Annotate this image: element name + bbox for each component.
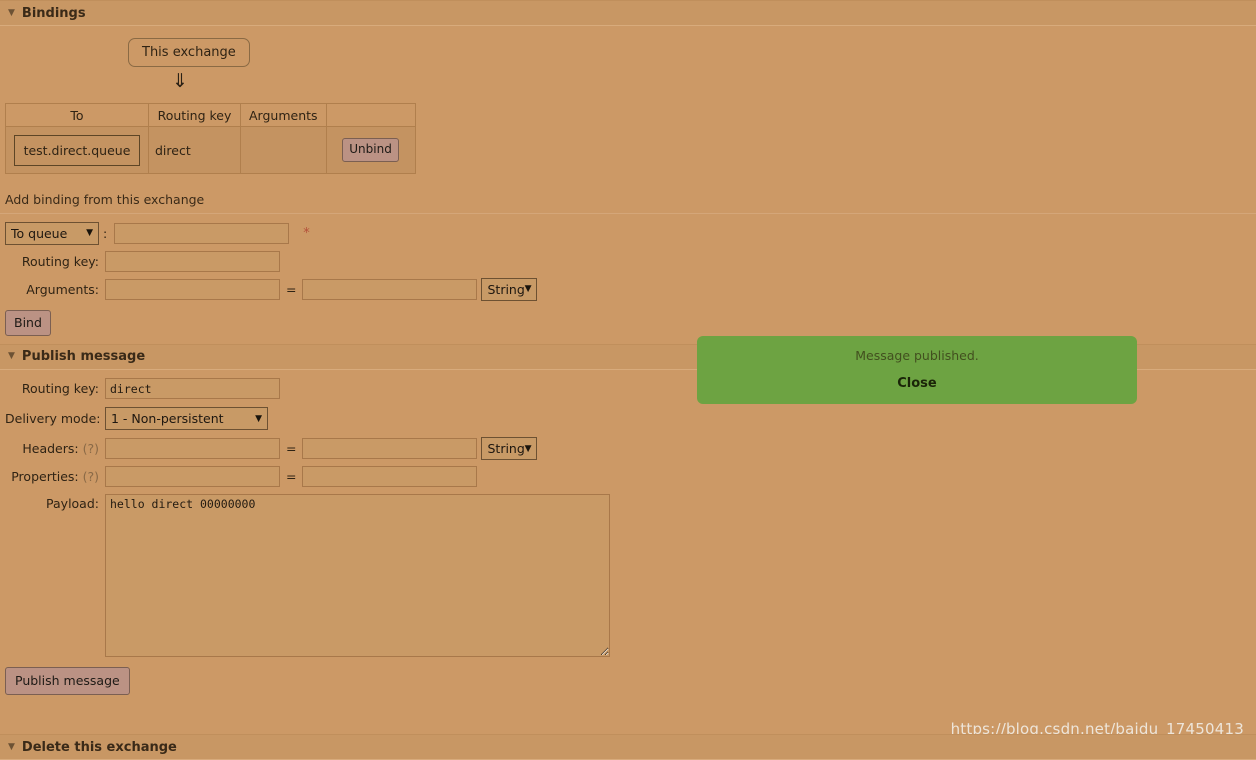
publish-result-toast: Message published. Close [697, 336, 1137, 404]
column-header-to: To [5, 103, 149, 127]
publish-payload-row: Payload: hello direct 00000000 [5, 493, 1256, 657]
bind-button-row: Bind [5, 310, 1256, 336]
publish-message-form: Routing key: Delivery mode: 1 - Non-pers… [0, 370, 1256, 695]
delete-exchange-section-title: Delete this exchange [21, 739, 177, 755]
bindings-section-title: Bindings [21, 5, 86, 21]
add-binding-argument-key-input[interactable] [105, 278, 280, 300]
down-arrow-icon: ⇓ [172, 70, 188, 92]
publish-payload-label: Payload: [46, 495, 99, 511]
column-header-routing-key: Routing key [148, 103, 241, 127]
binding-arguments-cell [240, 126, 327, 174]
publish-properties-equals-sign: = [286, 469, 297, 485]
publish-delivery-mode-row: Delivery mode: 1 - Non-persistent ▼ [5, 406, 1256, 432]
add-binding-routing-key-input[interactable] [105, 250, 280, 272]
add-binding-routing-key-row: Routing key: [5, 250, 1256, 272]
triangle-down-icon: ▼ [8, 7, 15, 18]
publish-message-button[interactable]: Publish message [5, 666, 130, 695]
publish-header-value-input[interactable] [302, 438, 478, 460]
add-binding-argument-type-select-wrap[interactable]: String ▼ [481, 277, 538, 301]
triangle-down-icon: ▼ [8, 351, 15, 362]
add-binding-equals-sign: = [286, 281, 297, 297]
publish-property-value-input[interactable] [302, 466, 478, 488]
destination-type-select[interactable]: To queue [5, 221, 99, 245]
publish-delivery-mode-label: Delivery mode: [5, 411, 101, 427]
publish-routing-key-label: Routing key: [21, 381, 99, 397]
publish-header-type-select[interactable]: String [481, 437, 538, 461]
delivery-mode-select-wrap[interactable]: 1 - Non-persistent ▼ [105, 407, 268, 431]
column-header-arguments: Arguments [240, 103, 327, 127]
publish-routing-key-input[interactable] [105, 378, 280, 400]
binding-action-cell: Unbind [325, 126, 416, 174]
this-exchange-node[interactable]: This exchange [128, 38, 250, 67]
bindings-table-header-row: To Routing key Arguments [5, 103, 416, 127]
delivery-mode-select[interactable]: 1 - Non-persistent [105, 407, 268, 431]
publish-payload-textarea[interactable]: hello direct 00000000 [105, 493, 610, 657]
add-binding-form: To queue ▼ : * Routing key: Arguments: =… [0, 214, 1256, 336]
publish-headers-label: Headers: (?) [5, 441, 105, 456]
add-binding-argument-value-input[interactable] [302, 278, 478, 300]
bindings-table: To Routing key Arguments test.direct.que… [5, 103, 416, 174]
destination-type-select-wrap[interactable]: To queue ▼ [5, 221, 99, 245]
toast-message: Message published. [855, 348, 979, 363]
publish-button-row: Publish message [5, 666, 1256, 695]
bind-button[interactable]: Bind [5, 310, 51, 336]
destination-colon: : [103, 225, 108, 241]
publish-headers-equals-sign: = [286, 441, 297, 457]
delete-exchange-section: ▼ Delete this exchange [0, 734, 1256, 760]
publish-headers-label-text: Headers: [22, 441, 79, 457]
publish-header-type-select-wrap[interactable]: String ▼ [481, 437, 538, 461]
triangle-down-icon: ▼ [8, 741, 15, 752]
queue-link[interactable]: test.direct.queue [13, 134, 141, 166]
bindings-section-header[interactable]: ▼ Bindings [0, 0, 1256, 26]
binding-destination-cell: test.direct.queue [5, 126, 149, 174]
publish-header-key-input[interactable] [105, 438, 280, 460]
binding-graph: This exchange ⇓ [0, 26, 1256, 91]
add-binding-destination-row: To queue ▼ : * [5, 221, 1256, 245]
column-header-actions [325, 103, 416, 127]
table-row: test.direct.queue direct Unbind [5, 126, 416, 174]
publish-property-key-input[interactable] [105, 466, 280, 488]
add-binding-arguments-row: Arguments: = String ▼ [5, 277, 1256, 301]
toast-close-button[interactable]: Close [697, 376, 1137, 391]
publish-properties-row: Properties: (?) = [5, 466, 1256, 488]
destination-input[interactable] [114, 222, 290, 244]
add-binding-heading: Add binding from this exchange [0, 184, 1256, 214]
publish-headers-row: Headers: (?) = String ▼ [5, 437, 1256, 461]
publish-message-section-title: Publish message [21, 349, 146, 365]
properties-help-icon[interactable]: (?) [83, 469, 99, 484]
delete-exchange-section-header[interactable]: ▼ Delete this exchange [0, 734, 1256, 760]
unbind-button[interactable]: Unbind [342, 138, 399, 162]
binding-routing-key-cell: direct [148, 126, 241, 174]
add-binding-routing-key-label: Routing key: [21, 253, 99, 269]
publish-properties-label: Properties: (?) [5, 469, 105, 484]
headers-help-icon[interactable]: (?) [83, 441, 99, 456]
required-asterisk: * [303, 225, 310, 241]
add-binding-argument-type-select[interactable]: String [481, 277, 538, 301]
publish-properties-label-text: Properties: [11, 469, 79, 485]
add-binding-arguments-label: Arguments: [26, 281, 99, 297]
